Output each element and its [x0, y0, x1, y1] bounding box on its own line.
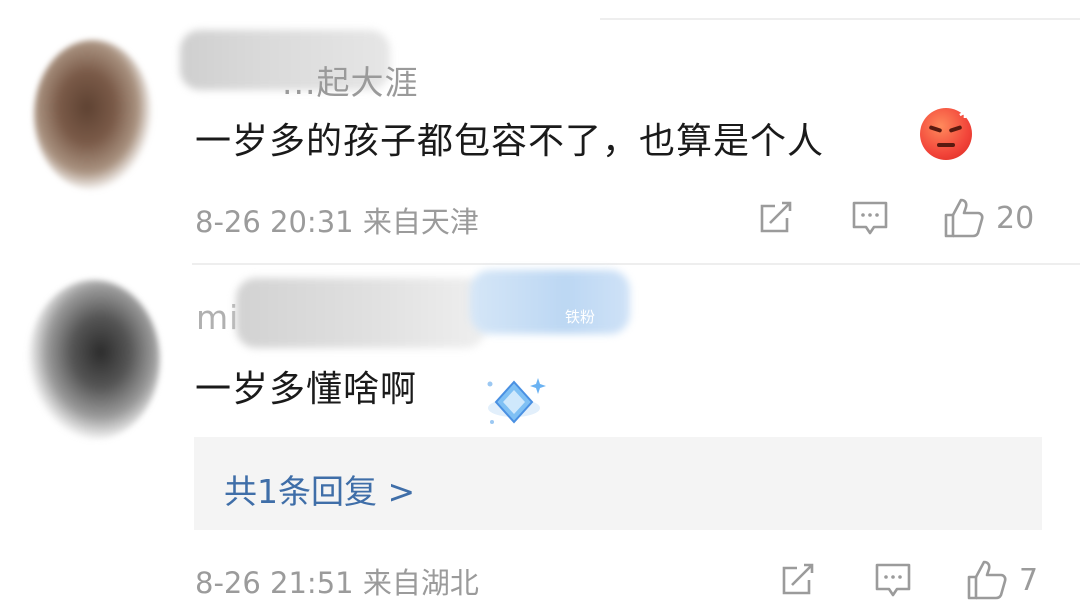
divider	[600, 18, 1080, 20]
like-count: 20	[996, 200, 1035, 236]
like-count: 7	[1019, 562, 1039, 598]
share-icon	[782, 563, 814, 595]
username[interactable]: ...起大涯	[282, 56, 418, 104]
comment-meta: 8-26 21:51 来自湖北	[195, 560, 479, 602]
reply-button[interactable]	[850, 198, 890, 238]
share-button[interactable]	[757, 198, 795, 236]
comment-location: 来自天津	[362, 205, 479, 239]
fan-badge[interactable]: 铁粉	[565, 306, 595, 327]
comment-icon	[875, 563, 911, 597]
share-icon	[760, 201, 792, 233]
like-button[interactable]: 20	[942, 196, 1034, 240]
username[interactable]: mi	[196, 298, 239, 337]
divider	[192, 263, 1080, 265]
like-button[interactable]: 7	[965, 558, 1038, 602]
reply-button[interactable]	[873, 560, 913, 600]
comment-text: 一岁多的孩子都包容不了，也算是个人	[195, 121, 825, 162]
comment-location: 来自湖北	[362, 566, 479, 600]
thumbs-up-icon	[967, 560, 1007, 600]
angry-face-icon: ✱	[920, 104, 972, 160]
avatar[interactable]	[34, 40, 152, 190]
fan-badge-redaction	[470, 270, 630, 334]
comment-meta: 8-26 20:31 来自天津	[195, 199, 479, 241]
blue-diamond-sticker	[487, 378, 546, 424]
view-replies-link[interactable]: 共1条回复 >	[224, 465, 415, 513]
username-redaction	[236, 278, 486, 348]
comment-icon	[852, 201, 888, 235]
thumbs-up-icon	[944, 198, 984, 238]
comment-date: 8-26 20:31	[195, 205, 354, 239]
comment-text: 一岁多懂啥啊	[195, 369, 418, 410]
share-button[interactable]	[779, 560, 817, 598]
comment-date: 8-26 21:51	[195, 566, 354, 600]
comment-thread: ...起大涯 一岁多的孩子都包容不了，也算是个人 ✱ 8-26 20:31 来自…	[0, 0, 1080, 614]
avatar[interactable]	[28, 280, 160, 440]
replies-panel[interactable]: 共1条回复 >	[194, 437, 1042, 530]
